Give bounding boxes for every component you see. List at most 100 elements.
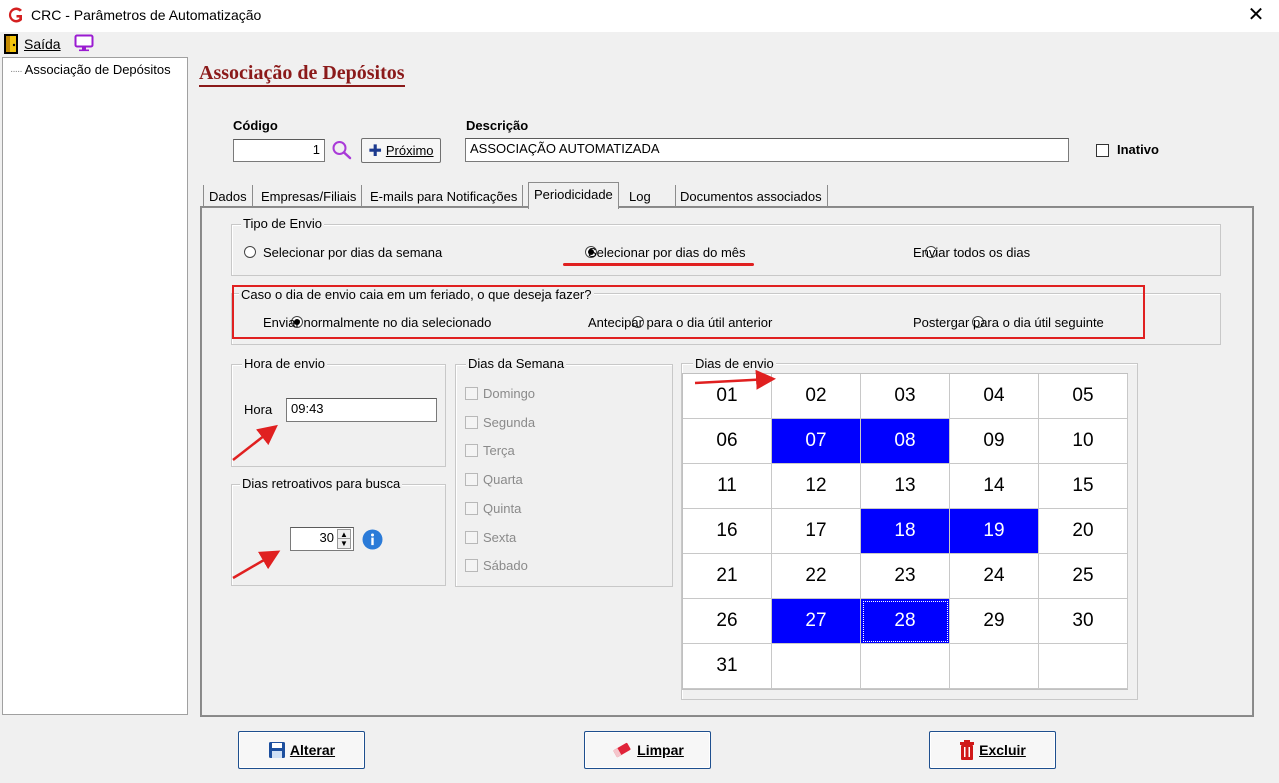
proximo-label: Próximo [385, 143, 434, 158]
day-cell-22[interactable]: 22 [772, 554, 861, 599]
descricao-input[interactable]: ASSOCIAÇÃO AUTOMATIZADA [465, 138, 1069, 162]
day-cell-27[interactable]: 27 [772, 599, 861, 644]
day-cell-07[interactable]: 07 [772, 419, 861, 464]
day-cell-09[interactable]: 09 [950, 419, 1039, 464]
weekday-checkbox[interactable] [465, 444, 478, 458]
day-cell-08[interactable]: 08 [861, 419, 950, 464]
weekday-checkbox[interactable] [465, 530, 478, 544]
dias-envio-title: Dias de envio [693, 356, 776, 371]
exit-door-icon[interactable] [4, 34, 18, 54]
day-cell-30[interactable]: 30 [1039, 599, 1128, 644]
day-cell-24[interactable]: 24 [950, 554, 1039, 599]
tree-item-label: Associação de Depósitos [24, 62, 171, 77]
spin-down-icon[interactable]: ▼ [337, 539, 351, 549]
day-cell-14[interactable]: 14 [950, 464, 1039, 509]
dias-semana-title: Dias da Semana [466, 356, 567, 371]
day-cell-empty[interactable] [1039, 644, 1128, 689]
day-cell-01[interactable]: 01 [683, 374, 772, 419]
dias-retroativos-title: Dias retroativos para busca [240, 476, 403, 491]
plus-icon: ✚ [368, 142, 382, 160]
day-cell-25[interactable]: 25 [1039, 554, 1128, 599]
codigo-label: Código [233, 118, 278, 133]
proximo-button[interactable]: ✚ Próximo [361, 138, 441, 163]
limpar-button[interactable]: Limpar [584, 731, 711, 769]
app-logo-icon [8, 7, 22, 23]
day-cell-06[interactable]: 06 [683, 419, 772, 464]
tree-connector: ····· [10, 66, 23, 77]
save-icon [268, 742, 285, 758]
day-cell-29[interactable]: 29 [950, 599, 1039, 644]
weekday-checkbox[interactable] [465, 473, 478, 487]
day-cell-04[interactable]: 04 [950, 374, 1039, 419]
info-icon[interactable] [362, 529, 383, 550]
radio-antecipar-label: Antecipar para o dia útil anterior [588, 315, 773, 330]
descricao-label: Descrição [466, 118, 529, 133]
window-title: CRC - Parâmetros de Automatização [31, 7, 262, 23]
red-underline-annotation [563, 263, 754, 266]
day-cell-21[interactable]: 21 [683, 554, 772, 599]
dias-envio-grid: 01 02 03 04 05 06 07 08 09 10 11 12 13 14 15 16 17 18 19 20… [682, 373, 1128, 690]
inativo-checkbox[interactable] [1096, 144, 1109, 157]
tree-item-associacao-depositos[interactable]: ····· Associação de Depósitos [10, 62, 171, 77]
weekday-label: Quarta [483, 472, 523, 488]
radio-dias-mes-label: Selecionar por dias do mês [588, 245, 746, 260]
weekday-checkbox[interactable] [465, 559, 478, 573]
search-icon[interactable] [331, 140, 353, 160]
day-cell-23[interactable]: 23 [861, 554, 950, 599]
weekday-label: Terça [483, 443, 515, 459]
alterar-label: Alterar [289, 742, 336, 758]
day-cell-20[interactable]: 20 [1039, 509, 1128, 554]
weekday-label: Sábado [483, 558, 528, 574]
day-cell-16[interactable]: 16 [683, 509, 772, 554]
day-cell-11[interactable]: 11 [683, 464, 772, 509]
day-cell-26[interactable]: 26 [683, 599, 772, 644]
trash-icon [960, 740, 975, 760]
menu-saida-label: Saída [24, 36, 61, 52]
day-cell-15[interactable]: 15 [1039, 464, 1128, 509]
menu-bar [0, 32, 1279, 56]
menu-saida[interactable]: Saída [24, 36, 61, 52]
day-cell-28[interactable]: 28 [861, 599, 950, 644]
day-cell-13[interactable]: 13 [861, 464, 950, 509]
weekday-label: Domingo [483, 386, 536, 401]
eraser-icon [613, 742, 631, 758]
excluir-button[interactable]: Excluir [929, 731, 1056, 769]
day-cell-05[interactable]: 05 [1039, 374, 1128, 419]
hora-input[interactable]: 09:43 [286, 398, 437, 422]
day-cell-10[interactable]: 10 [1039, 419, 1128, 464]
day-cell-empty[interactable] [950, 644, 1039, 689]
day-cell-12[interactable]: 12 [772, 464, 861, 509]
hora-label: Hora [244, 402, 273, 417]
weekday-label: Sexta [483, 529, 517, 545]
weekday-checkbox[interactable] [465, 415, 478, 429]
tab-log[interactable]: Log [624, 185, 676, 208]
day-cell-empty[interactable] [772, 644, 861, 689]
weekday-checkbox[interactable] [465, 387, 478, 400]
alterar-button[interactable]: Alterar [238, 731, 365, 769]
radio-dias-semana[interactable] [244, 246, 256, 258]
close-icon[interactable]: ✕ [1240, 0, 1272, 32]
codigo-input[interactable]: 1 [233, 139, 325, 162]
day-cell-empty[interactable] [861, 644, 950, 689]
tab-documentos-associados[interactable]: Documentos associados [675, 185, 828, 208]
inativo-label: Inativo [1117, 142, 1159, 157]
navigation-tree [2, 57, 188, 715]
day-cell-19[interactable]: 19 [950, 509, 1039, 554]
day-cell-18[interactable]: 18 [861, 509, 950, 554]
weekday-checkbox[interactable] [465, 501, 478, 515]
spin-up-icon[interactable]: ▲ [337, 529, 351, 539]
limpar-label: Limpar [637, 742, 684, 758]
dias-retroativos-spinner[interactable]: ▲ ▼ [337, 529, 351, 549]
tab-dados[interactable]: Dados [203, 185, 253, 208]
day-cell-03[interactable]: 03 [861, 374, 950, 419]
tab-emails-notificacoes[interactable]: E-mails para Notificações [365, 185, 524, 208]
radio-enviar-normalmente-label: Enviar normalmente no dia selecionado [263, 315, 492, 330]
tab-periodicidade[interactable]: Periodicidade [528, 182, 619, 209]
day-cell-31[interactable]: 31 [683, 644, 772, 689]
tab-empresas-filiais[interactable]: Empresas/Filiais [256, 185, 363, 208]
radio-todos-dias-label: Enviar todos os dias [913, 245, 1031, 260]
monitor-icon[interactable] [74, 34, 94, 52]
radio-dias-semana-label: Selecionar por dias da semana [263, 245, 443, 260]
day-cell-02[interactable]: 02 [772, 374, 861, 419]
day-cell-17[interactable]: 17 [772, 509, 861, 554]
